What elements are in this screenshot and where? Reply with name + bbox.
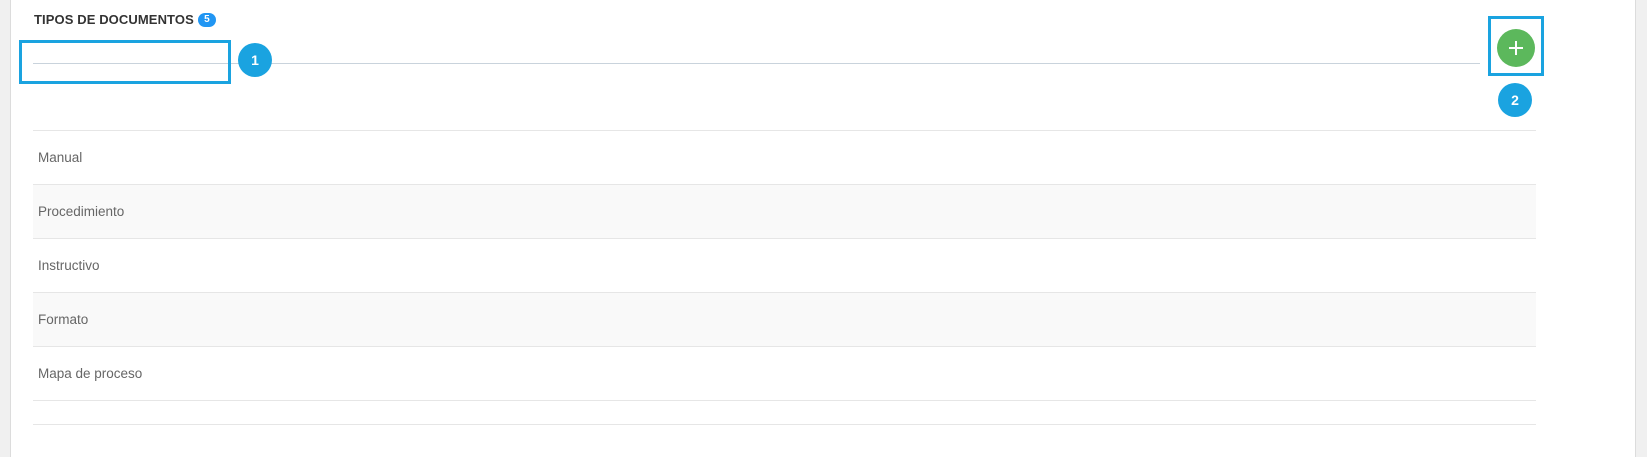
annotation-number-2: 2 bbox=[1498, 83, 1532, 117]
annotation-number-1: 1 bbox=[238, 43, 272, 77]
list-item[interactable]: Formato bbox=[33, 293, 1536, 347]
document-types-list: Manual Procedimiento Instructivo Formato… bbox=[33, 130, 1536, 401]
add-document-type-button[interactable] bbox=[1497, 29, 1535, 67]
list-item[interactable]: Mapa de proceso bbox=[33, 347, 1536, 401]
plus-icon bbox=[1509, 41, 1523, 55]
list-item[interactable]: Instructivo bbox=[33, 239, 1536, 293]
divider bbox=[33, 424, 1536, 425]
count-badge: 5 bbox=[197, 12, 216, 27]
page-title: TIPOS DE DOCUMENTOS bbox=[34, 12, 194, 27]
list-item[interactable]: Manual bbox=[33, 131, 1536, 185]
list-item[interactable]: Procedimiento bbox=[33, 185, 1536, 239]
document-types-panel: TIPOS DE DOCUMENTOS 5 1 2 Manual Procedi… bbox=[10, 0, 1636, 457]
panel-header: TIPOS DE DOCUMENTOS 5 bbox=[34, 12, 216, 27]
